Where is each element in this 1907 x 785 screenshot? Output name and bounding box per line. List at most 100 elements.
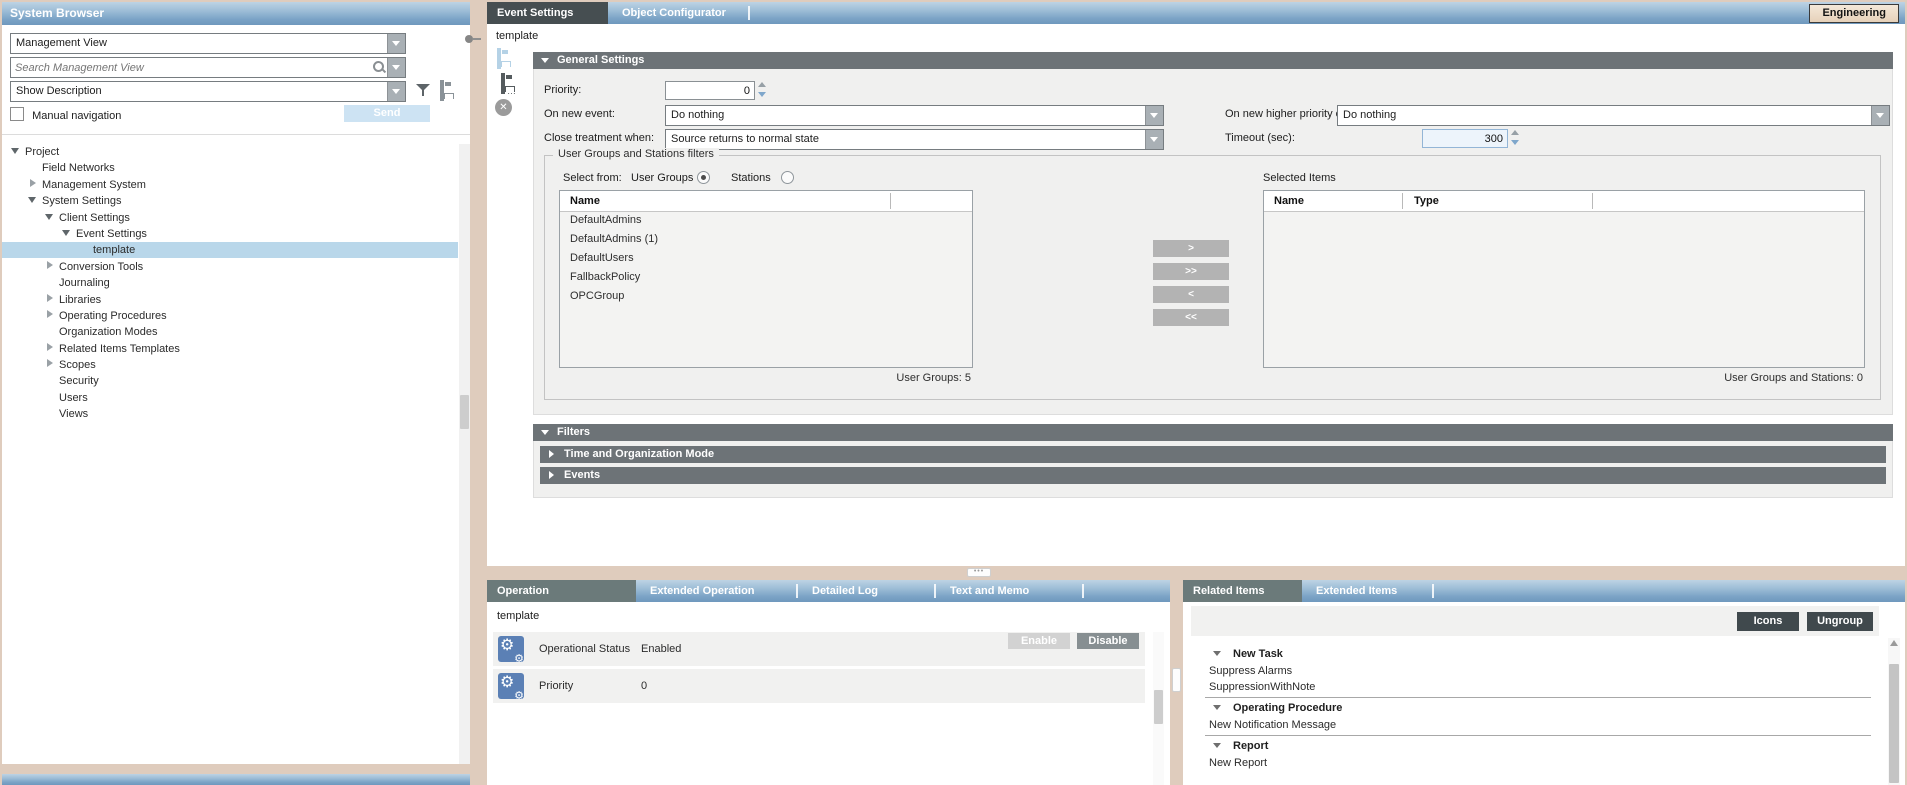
column-header-name[interactable]: Name: [570, 195, 600, 207]
collapse-arrow-icon[interactable]: [10, 145, 25, 155]
ungroup-button[interactable]: Ungroup: [1807, 612, 1873, 631]
selected-items-table[interactable]: Name Type: [1263, 190, 1865, 368]
tab-related-items[interactable]: Related Items: [1183, 580, 1302, 602]
tab-text-and-memo[interactable]: Text and Memo: [936, 580, 1082, 602]
remove-all-button[interactable]: <<: [1153, 309, 1229, 326]
related-item-suppressionwithnote[interactable]: SuppressionWithNote: [1191, 679, 1875, 695]
available-table-header[interactable]: Name: [560, 191, 972, 212]
operation-scrollbar-thumb[interactable]: [1154, 690, 1163, 724]
events-section-header[interactable]: Events: [540, 467, 1886, 484]
tab-operation[interactable]: Operation: [487, 580, 636, 602]
scroll-up-icon[interactable]: [1890, 640, 1898, 646]
user-groups-radio[interactable]: [697, 171, 710, 184]
expand-arrow-icon[interactable]: [44, 358, 59, 368]
search-input[interactable]: [13, 59, 362, 76]
tab-extended-operation[interactable]: Extended Operation: [636, 580, 796, 602]
related-scrollbar-thumb[interactable]: [1889, 664, 1899, 783]
expand-arrow-icon[interactable]: [44, 342, 59, 352]
tree-scrollbar-thumb[interactable]: [460, 395, 469, 429]
collapse-arrow-icon[interactable]: [61, 227, 76, 237]
tree-scrollbar[interactable]: [459, 144, 470, 764]
operation-scrollbar[interactable]: [1153, 632, 1164, 785]
tree-item-views[interactable]: Views: [2, 406, 458, 422]
docked-panel-header[interactable]: [2, 774, 470, 785]
icons-button[interactable]: Icons: [1737, 612, 1799, 631]
tree-item-related-items-templates[interactable]: Related Items Templates: [2, 341, 458, 357]
operational-status-row[interactable]: Operational Status Enabled Enable Disabl…: [493, 632, 1145, 666]
tab-event-settings[interactable]: Event Settings: [487, 2, 608, 24]
selected-table-header[interactable]: Name Type: [1264, 191, 1864, 212]
close-treatment-dropdown[interactable]: Source returns to normal state: [665, 129, 1164, 150]
chevron-down-icon[interactable]: [1871, 106, 1889, 125]
collapse-arrow-icon[interactable]: [44, 211, 59, 221]
general-settings-header[interactable]: General Settings: [533, 52, 1893, 69]
tree-item-scopes[interactable]: Scopes: [2, 357, 458, 373]
priority-input[interactable]: [665, 81, 755, 100]
expand-arrow-icon[interactable]: [44, 293, 59, 303]
view-selector[interactable]: Management View: [10, 33, 406, 54]
expand-arrow-icon[interactable]: [44, 309, 59, 319]
search-icon[interactable]: [372, 60, 386, 74]
add-button[interactable]: >: [1153, 240, 1229, 257]
tree-item-conversion-tools[interactable]: Conversion Tools: [2, 259, 458, 275]
related-group-report[interactable]: Report: [1191, 738, 1875, 755]
manual-navigation-checkbox[interactable]: [10, 107, 24, 121]
column-header-type[interactable]: Type: [1414, 195, 1439, 207]
related-item-suppress-alarms[interactable]: Suppress Alarms: [1191, 663, 1875, 679]
collapse-icon[interactable]: [541, 58, 549, 63]
table-row-defaultusers[interactable]: DefaultUsers: [560, 250, 972, 269]
tree-item-operating-procedures[interactable]: Operating Procedures: [2, 308, 458, 324]
tree-item-security[interactable]: Security: [2, 373, 458, 389]
tree-item-template[interactable]: template: [2, 242, 458, 258]
chevron-down-icon[interactable]: [387, 34, 405, 53]
expand-icon[interactable]: [549, 450, 554, 458]
tab-detailed-log[interactable]: Detailed Log: [798, 580, 934, 602]
add-all-button[interactable]: >>: [1153, 263, 1229, 280]
save-icon[interactable]: [497, 48, 501, 69]
tree-item-organization-modes[interactable]: Organization Modes: [2, 324, 458, 340]
collapse-icon[interactable]: [541, 430, 549, 435]
chevron-down-icon[interactable]: [1145, 106, 1163, 125]
collapse-arrow-icon[interactable]: [1213, 651, 1221, 656]
filters-section-header[interactable]: Filters: [533, 424, 1893, 441]
timeout-stepper[interactable]: [1509, 128, 1520, 147]
related-scrollbar[interactable]: [1888, 638, 1900, 785]
tree-item-field-networks[interactable]: Field Networks: [2, 160, 458, 176]
remove-button[interactable]: <: [1153, 286, 1229, 303]
related-item-new-notification-message[interactable]: New Notification Message: [1191, 717, 1875, 733]
vertical-splitter-grip[interactable]: [1172, 668, 1181, 692]
table-row-defaultadmins-1[interactable]: DefaultAdmins (1): [560, 231, 972, 250]
collapse-arrow-icon[interactable]: [1213, 743, 1221, 748]
column-separator[interactable]: [890, 193, 891, 209]
chevron-down-icon[interactable]: [1145, 130, 1163, 149]
tree-item-users[interactable]: Users: [2, 390, 458, 406]
on-new-event-dropdown[interactable]: Do nothing: [665, 105, 1164, 126]
tab-extended-items[interactable]: Extended Items: [1302, 580, 1432, 602]
horizontal-splitter-grip[interactable]: •••: [967, 568, 991, 577]
table-row-fallbackpolicy[interactable]: FallbackPolicy: [560, 269, 972, 288]
table-row-defaultadmins[interactable]: DefaultAdmins: [560, 212, 972, 231]
enable-button[interactable]: Enable: [1008, 633, 1070, 649]
tree-item-event-settings[interactable]: Event Settings: [2, 226, 458, 242]
save-view-icon[interactable]: [440, 80, 444, 101]
expand-arrow-icon[interactable]: [44, 260, 59, 270]
save-as-icon[interactable]: [501, 73, 505, 94]
tree-item-management-system[interactable]: Management System: [2, 177, 458, 193]
column-header-name[interactable]: Name: [1274, 195, 1304, 207]
collapse-arrow-icon[interactable]: [27, 194, 42, 204]
tree-item-system-settings[interactable]: System Settings: [2, 193, 458, 209]
column-separator[interactable]: [1592, 193, 1593, 209]
engineering-mode-button[interactable]: Engineering: [1809, 4, 1899, 23]
timeout-input[interactable]: [1422, 129, 1508, 148]
priority-row[interactable]: Priority 0: [493, 669, 1145, 703]
disable-button[interactable]: Disable: [1077, 633, 1139, 649]
higher-priority-dropdown[interactable]: Do nothing: [1337, 105, 1890, 126]
description-selector[interactable]: Show Description: [10, 81, 406, 102]
table-row-opcgroup[interactable]: OPCGroup: [560, 288, 972, 307]
related-group-new-task[interactable]: New Task: [1191, 646, 1875, 663]
priority-stepper[interactable]: [756, 80, 767, 99]
available-items-table[interactable]: Name DefaultAdminsDefaultAdmins (1)Defau…: [559, 190, 973, 368]
tree-item-libraries[interactable]: Libraries: [2, 292, 458, 308]
discard-icon[interactable]: ✕: [495, 99, 512, 116]
related-item-new-report[interactable]: New Report: [1191, 755, 1875, 771]
